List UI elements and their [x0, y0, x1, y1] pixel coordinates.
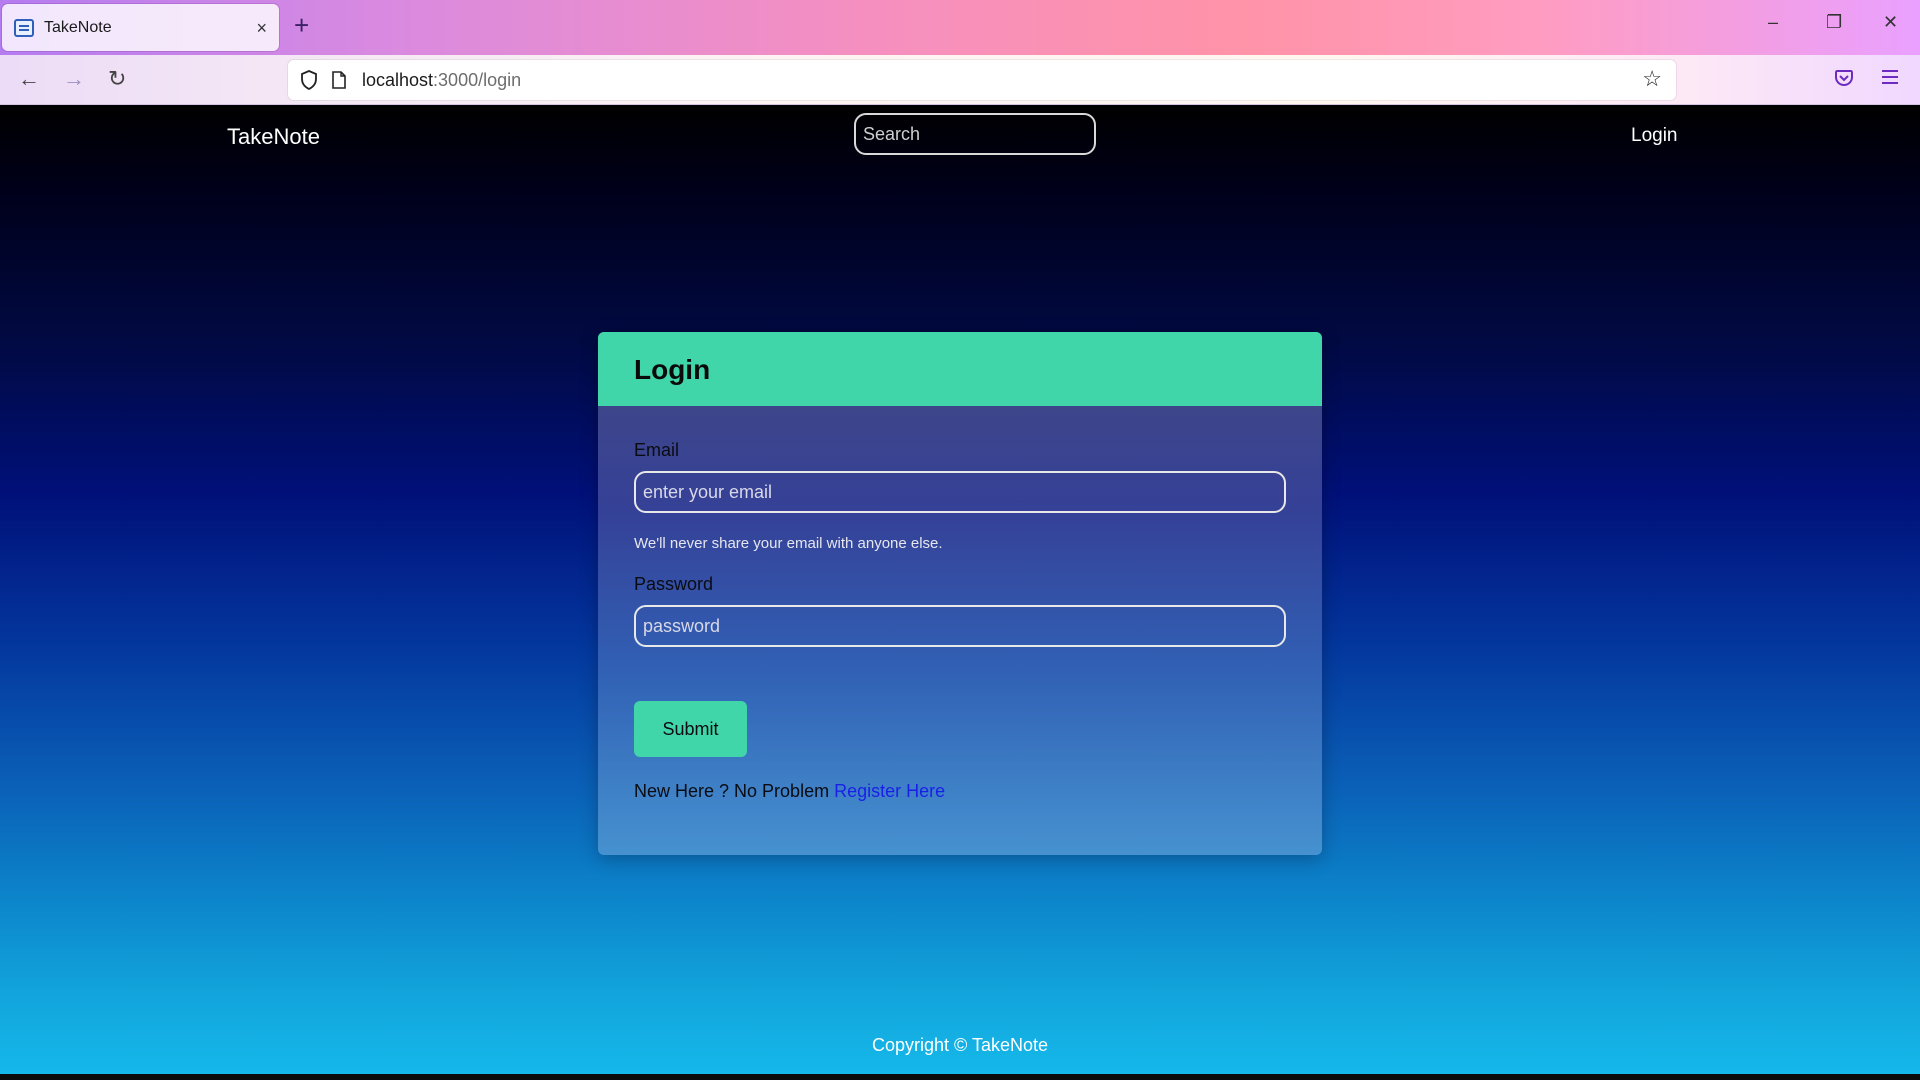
menu-hamburger-icon[interactable] — [1880, 68, 1900, 90]
browser-toolbar: ← → ↻ localhost:3000/login ☆ — [0, 55, 1920, 105]
reload-icon[interactable]: ↻ — [108, 68, 126, 90]
register-prompt-text: New Here ? No Problem — [634, 781, 835, 801]
bottom-divider — [0, 1074, 1920, 1080]
register-prompt: New Here ? No Problem Register Here — [634, 781, 1286, 802]
browser-tab-bar: TakeNote × + – ❐ ✕ — [0, 0, 1920, 55]
pocket-icon[interactable] — [1834, 68, 1854, 92]
bookmark-star-icon[interactable]: ☆ — [1642, 68, 1662, 90]
url-host: localhost — [362, 69, 434, 90]
password-label: Password — [634, 574, 714, 594]
shield-icon[interactable] — [298, 69, 320, 91]
back-arrow-icon[interactable]: ← — [18, 68, 40, 90]
submit-button[interactable]: Submit — [634, 701, 747, 757]
url-text[interactable]: localhost:3000/login — [362, 70, 521, 91]
nav-login-link[interactable]: Login — [1631, 125, 1678, 147]
email-help-text: We'll never share your email with anyone… — [634, 535, 943, 552]
new-tab-button[interactable]: + — [294, 12, 309, 38]
login-card-title: Login — [634, 354, 711, 385]
login-card: Login Email We'll never share your email… — [598, 332, 1322, 855]
login-card-header: Login — [598, 332, 1322, 406]
browser-tab[interactable]: TakeNote × — [2, 4, 279, 51]
login-form: Email We'll never share your email with … — [598, 406, 1322, 802]
site-header: TakeNote Login — [0, 106, 1920, 166]
footer-copyright: Copyright © TakeNote — [871, 1035, 1049, 1055]
app-favicon-icon — [14, 18, 34, 37]
forward-arrow-icon[interactable]: → — [63, 68, 85, 90]
tab-close-icon[interactable]: × — [256, 19, 267, 37]
email-field[interactable] — [634, 471, 1286, 513]
page-icon — [330, 69, 348, 91]
email-label: Email — [634, 440, 680, 460]
minimize-window-button[interactable]: – — [1768, 12, 1778, 33]
tab-title: TakeNote — [44, 18, 112, 36]
brand-logo-text[interactable]: TakeNote — [227, 124, 320, 150]
restore-window-button[interactable]: ❐ — [1826, 12, 1842, 33]
password-field[interactable] — [634, 605, 1286, 647]
close-window-button[interactable]: ✕ — [1883, 12, 1898, 33]
address-bar[interactable]: localhost:3000/login ☆ — [288, 60, 1676, 100]
search-input[interactable] — [854, 113, 1096, 155]
page-content: TakeNote Login Login Email We'll never s… — [0, 106, 1920, 1074]
register-link[interactable]: Register Here — [834, 781, 945, 801]
url-path: :3000/login — [433, 69, 522, 90]
